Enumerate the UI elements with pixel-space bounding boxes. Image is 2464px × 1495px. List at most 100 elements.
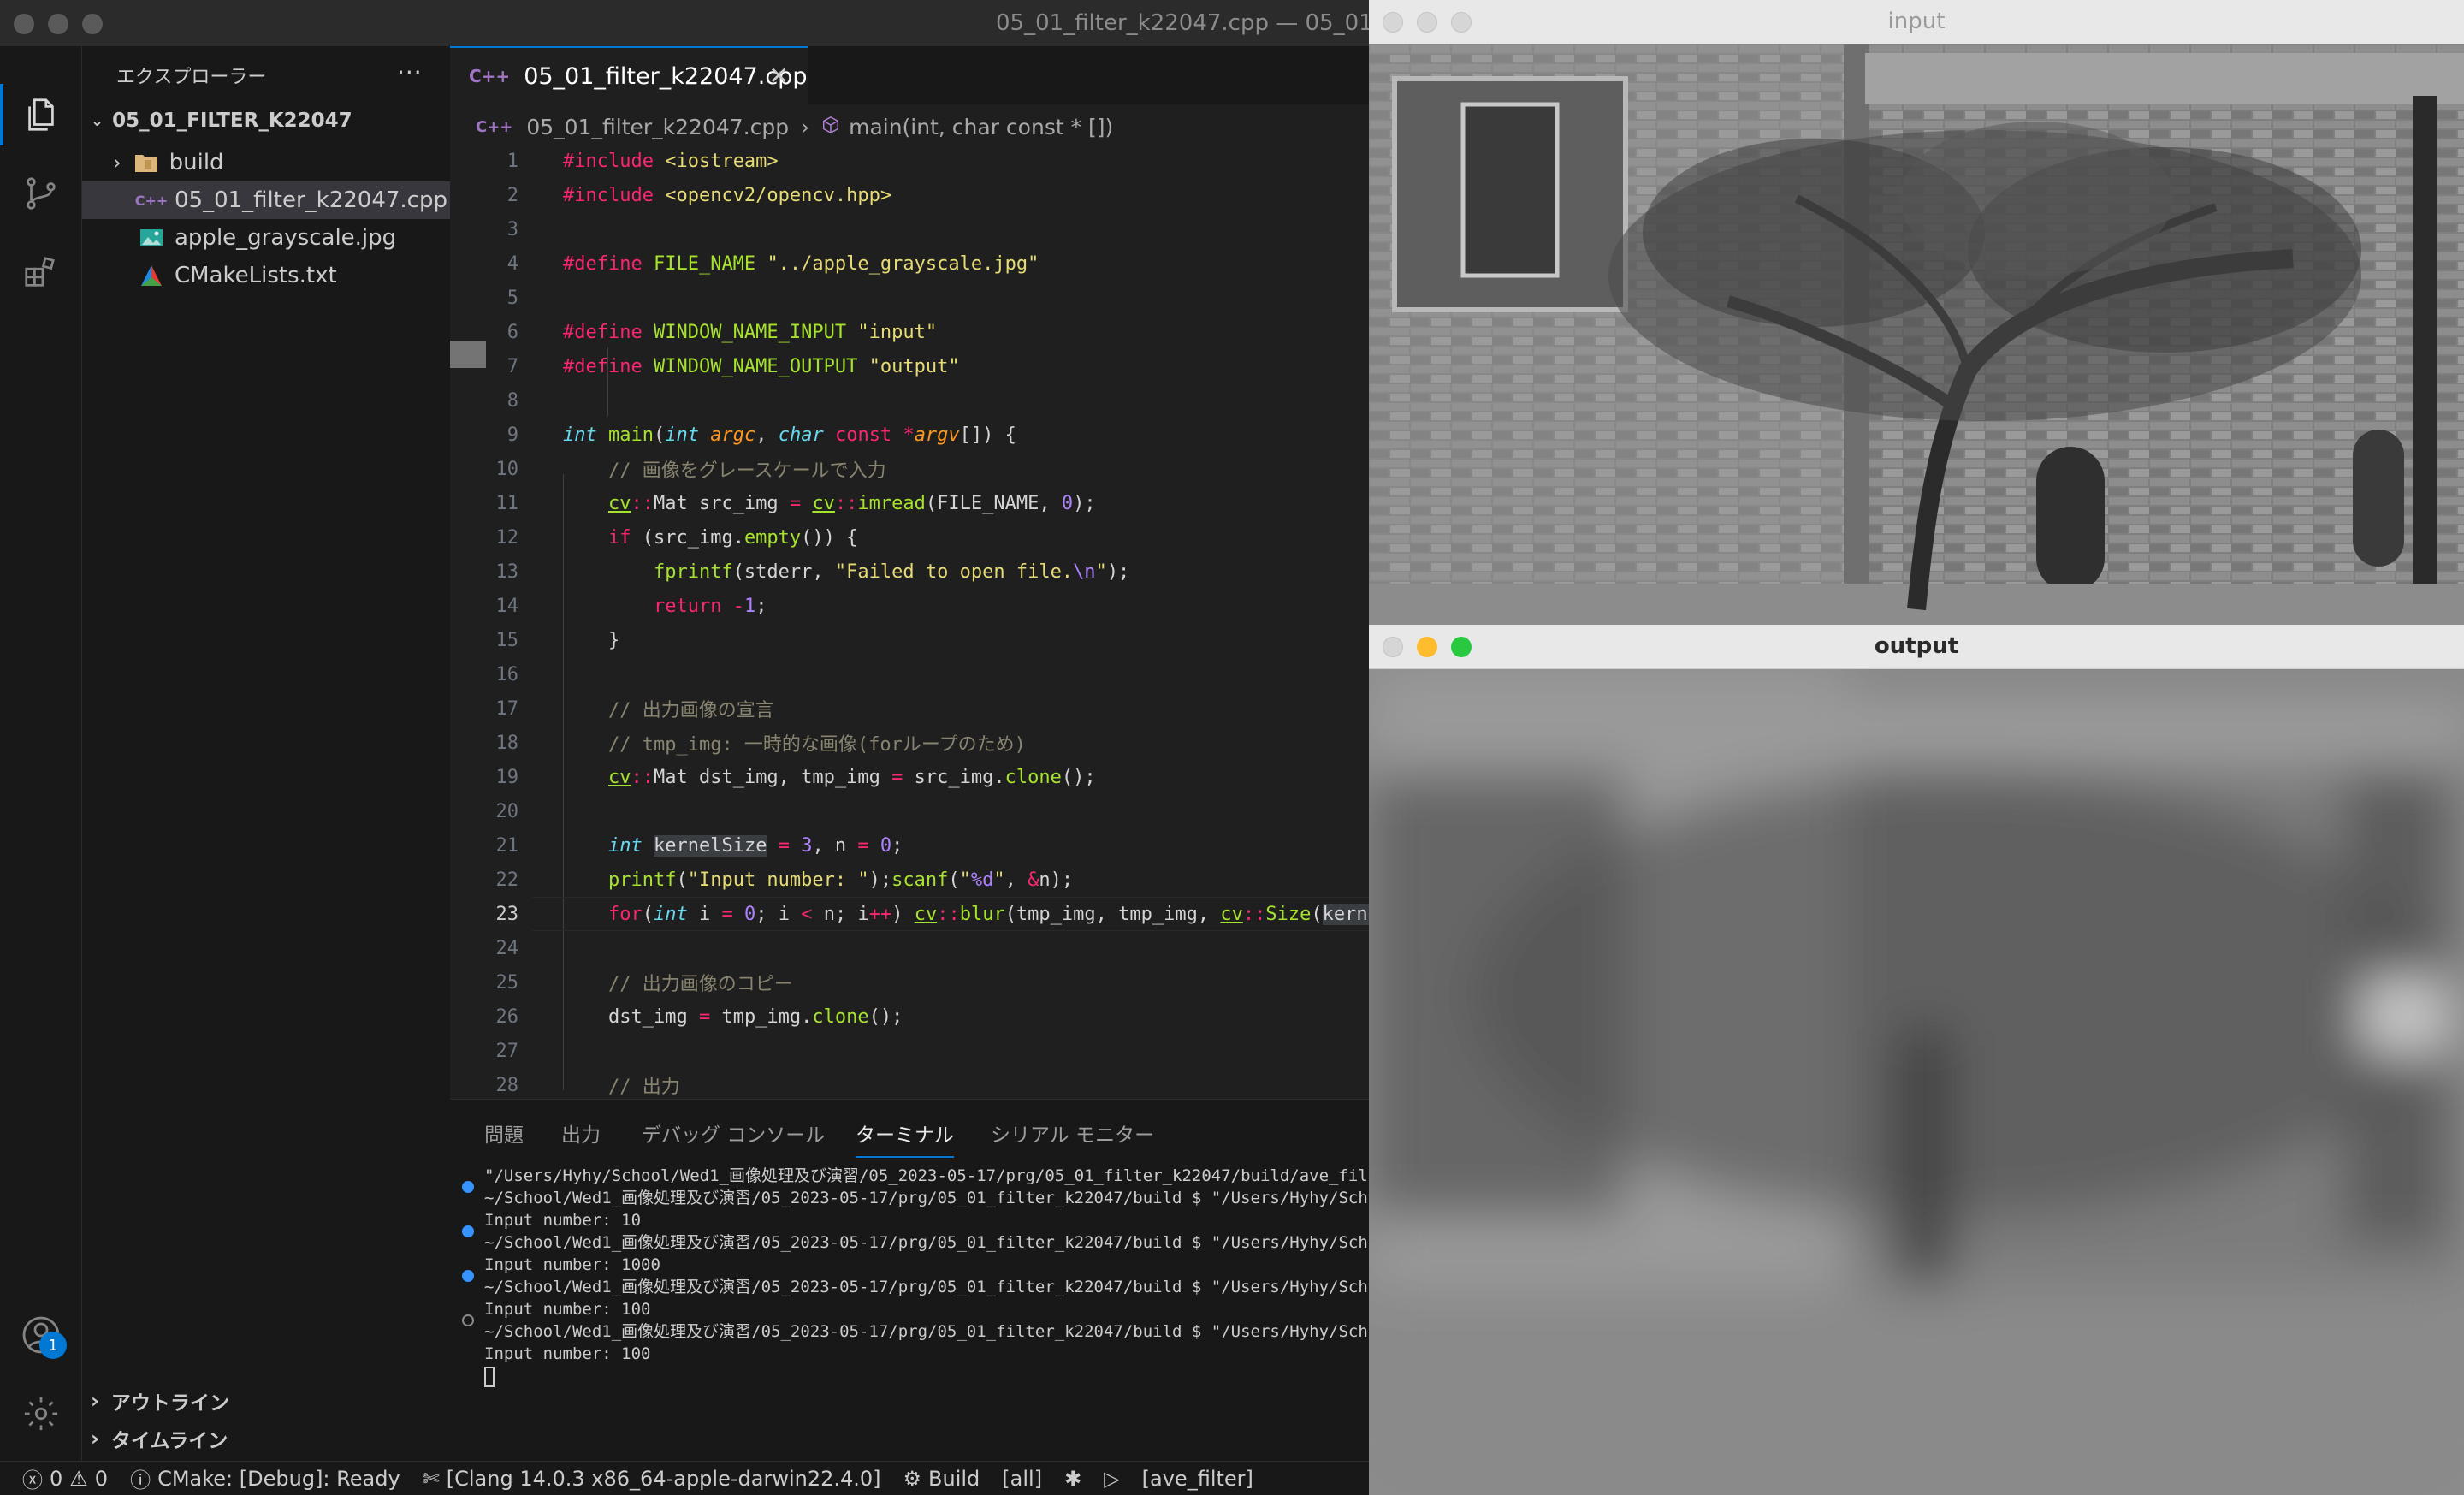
settings-gear-icon[interactable] [17,1390,65,1438]
code-line: 22 printf("Input number: ");scanf("%d", … [495,869,1074,891]
tree-item-label: build [169,150,224,175]
account-badge: 1 [39,1332,67,1359]
command-status-icon[interactable] [462,1225,474,1237]
timeline-label: タイムライン [110,1430,228,1452]
debug-bug-icon[interactable]: ✱ [1064,1467,1081,1491]
command-status-icon[interactable] [462,1270,474,1282]
cmake-kit[interactable]: ✄ [Clang 14.0.3 x86_64-apple-darwin22.4.… [423,1467,881,1491]
code-line: 15 } [495,629,620,651]
source-control-icon[interactable] [17,169,65,217]
explorer-title: エクスプローラー [116,67,267,88]
build-target[interactable]: [all] [1002,1467,1042,1491]
terminal-line: Input number: 1000 [484,1255,660,1274]
bottom-panel: 問題 出力 デバッグ コンソール ターミナル シリアル モニター "/Users… [450,1099,1369,1461]
code-line: 14 return -1; [495,595,767,617]
breadcrumb: C++ 05_01_filter_k22047.cpp › main(int, … [476,110,1113,144]
breadcrumb-symbol[interactable]: main(int, char const * []) [849,115,1113,139]
output-image-window: output [1369,625,2464,1495]
explorer-icon[interactable] [17,91,65,139]
code-line: 19 cv::Mat dst_img, tmp_img = src_img.cl… [495,766,1096,788]
tab-terminal[interactable]: ターミナル [856,1118,954,1158]
terminal-line: ~/School/Wed1_画像処理及び演習/05_2023-05-17/prg… [484,1233,1369,1252]
code-editor[interactable]: 1 #include <iostream> 2 #include <opencv2/… [450,144,1369,1099]
code-line: 26 dst_img = tmp_img.clone(); [495,1006,903,1028]
build-button[interactable]: ⚙ Build [903,1467,980,1491]
window-close-button[interactable] [14,14,34,34]
wrench-icon: ✄ [422,1466,440,1491]
tree-item-label: apple_grayscale.jpg [175,225,397,251]
terminal-line: Input number: 10 [484,1211,642,1230]
code-line: 1 #include <iostream> [506,150,779,172]
error-count: 0 [50,1466,63,1491]
terminal-line: Input number: 100 [484,1300,651,1319]
outline-label: アウトライン [110,1392,229,1415]
explorer-more-button[interactable]: ··· [397,58,423,86]
input-window-titlebar: input [1369,0,2464,44]
breadcrumb-file[interactable]: 05_01_filter_k22047.cpp [526,115,789,139]
command-status-icon[interactable] [462,1314,474,1326]
tab-cpp-file[interactable]: C++ 05_01_filter_k22047.cpp ✕ [450,46,808,104]
terminal-line: ~/School/Wed1_画像処理及び演習/05_2023-05-17/prg… [484,1278,1369,1296]
tree-item-cpp-file[interactable]: C++ 05_01_filter_k22047.cpp [82,181,450,219]
editor-area: C++ 05_01_filter_k22047.cpp ✕ C++ 05_01_… [450,46,1369,1461]
image-file-icon [139,225,164,251]
tree-item-label: CMakeLists.txt [175,263,337,288]
code-line: 10 // 画像をグレースケールで入力 [495,458,886,483]
timeline-section[interactable]: › タイムライン [91,1424,228,1453]
workspace-folder-label: 05_01_FILTER_K22047 [112,110,352,132]
chevron-right-icon: › [113,151,121,175]
run-play-icon[interactable]: ▷ [1104,1467,1119,1491]
error-icon: ⓧ [22,1468,43,1492]
extensions-icon[interactable] [17,248,65,296]
tab-label: 05_01_filter_k22047.cpp [524,62,808,90]
problems-status[interactable]: ⓧ 0 ⚠ 0 [22,1463,108,1493]
build-label: Build [928,1466,980,1491]
outline-section[interactable]: › アウトライン [91,1386,229,1415]
terminal-line: Input number: 100 [484,1344,651,1363]
terminal-line: ~/School/Wed1_画像処理及び演習/05_2023-05-17/prg… [484,1322,1369,1341]
window-minimize-button[interactable] [48,14,68,34]
input-window-title: input [1887,9,1946,34]
input-image-window: input [1369,0,2464,625]
code-line: 9 int main(int argc, char const *argv[]) … [506,424,1016,446]
command-status-icon[interactable] [462,1181,474,1193]
code-line: 21 int kernelSize = 3, n = 0; [495,834,903,857]
code-line: 6 #define WINDOW_NAME_INPUT "input" [506,321,938,343]
warning-icon: ⚠ [69,1466,88,1491]
cpp-file-icon: C++ [476,117,513,136]
code-line: 5 [506,287,518,309]
tree-item-cmake-file[interactable]: CMakeLists.txt [82,257,450,294]
code-line: 4 #define FILE_NAME "../apple_grayscale.j… [506,252,1040,275]
chevron-right-icon: › [91,1427,99,1451]
titlebar: 05_01_filter_k22047.cpp — 05_01_filte [0,0,1426,46]
tab-bar: C++ 05_01_filter_k22047.cpp ✕ [450,46,1369,104]
tree-item-build[interactable]: › build [82,144,450,181]
cube-icon [821,115,840,139]
output-window-titlebar: output [1369,625,2464,669]
code-line-active: 23 for(int i = 0; i < n; i++) cv::blur(t… [450,897,1369,931]
tab-debug-console[interactable]: デバッグ コンソール [642,1118,825,1148]
tab-output[interactable]: 出力 [561,1118,601,1148]
tab-problems[interactable]: 問題 [484,1118,524,1148]
code-line: 11 cv::Mat src_img = cv::imread(FILE_NAM… [495,492,1096,514]
code-line: 3 [506,218,518,240]
activity-bar: 1 [0,46,82,1461]
tab-serial-monitor[interactable]: シリアル モニター [991,1118,1154,1148]
explorer-sidebar: エクスプローラー ··· ⌄ 05_01_FILTER_K22047 › bui… [82,46,450,1461]
cmake-status[interactable]: ⓘ CMake: [Debug]: Ready [130,1463,400,1493]
tree-item-image-file[interactable]: apple_grayscale.jpg [82,219,450,257]
window-zoom-button[interactable] [82,14,103,34]
workspace-folder[interactable]: ⌄ 05_01_FILTER_K22047 [91,110,352,132]
chevron-right-icon: › [801,114,810,139]
folder-icon [133,150,159,175]
tab-close-icon[interactable]: ✕ [769,62,789,90]
chevron-right-icon: › [91,1389,99,1413]
cpp-file-icon: C++ [134,192,169,209]
launch-target[interactable]: [ave_filter] [1142,1467,1253,1491]
active-indicator [0,84,3,145]
code-line: 18 // tmp_img: 一時的な画像(forループのため) [495,732,1026,756]
chevron-down-icon: ⌄ [91,111,104,130]
terminal[interactable]: "/Users/Hyhy/School/Wed1_画像処理及び演習/05_202… [450,1165,1369,1456]
cmake-status-label: CMake: [Debug]: Ready [157,1466,400,1491]
code-line: 2 #include <opencv2/opencv.hpp> [506,184,892,206]
